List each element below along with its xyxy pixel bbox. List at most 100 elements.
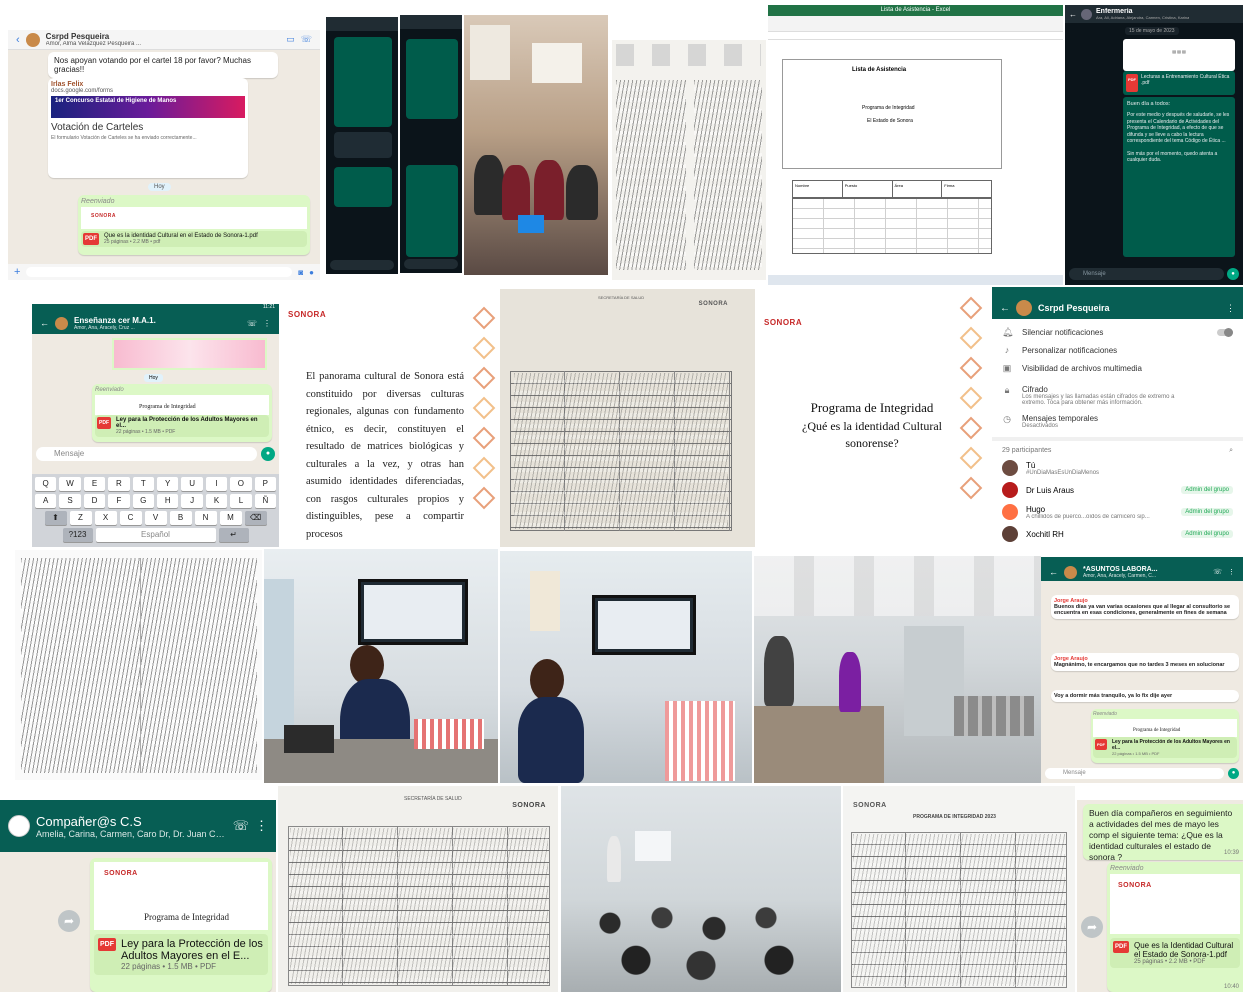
avatar[interactable] (1064, 565, 1077, 579)
column-header: Área (893, 181, 943, 197)
video-call-icon[interactable]: ▭ (286, 34, 295, 45)
forwarded-pdf-bubble[interactable]: Reenviado Programa de Integridad PDF Ley… (92, 384, 272, 442)
key[interactable]: K (205, 494, 228, 508)
key[interactable]: Z (69, 511, 92, 525)
backspace-key-icon[interactable]: ⌫ (244, 511, 267, 525)
forward-arrow-icon[interactable]: ➦ (58, 910, 80, 932)
pdf-name: Que es la Identidad Cultural el Estado d… (1134, 941, 1234, 959)
sheet-area[interactable]: Lista de Asistencia Programa de Integrid… (772, 45, 1057, 263)
setting-media-visibility[interactable]: ▣ Visibilidad de archivos multimedia (992, 359, 1243, 377)
back-arrow-icon[interactable]: ← (1000, 303, 1010, 314)
attendee (534, 160, 564, 220)
pdf-file[interactable]: PDF Ley para la Protección de los Adulto… (94, 934, 268, 975)
attendance-sheet-scan-2: SONORA PROGRAMA DE INTEGRIDAD 2023 (843, 786, 1075, 992)
back-arrow-icon[interactable]: ← (1069, 10, 1077, 19)
search-icon[interactable]: ⌕ (1229, 447, 1233, 455)
key[interactable]: C (119, 511, 142, 525)
menu-icon[interactable]: ⋮ (255, 818, 268, 834)
door (264, 579, 294, 739)
forwarded-pdf-bubble[interactable]: Reenviado Programa de Integridad PDF Ley… (1091, 709, 1239, 763)
setting-encryption[interactable]: 🔒︎ Cifrado Los mensajes y las llamadas e… (992, 381, 1243, 410)
mic-icon[interactable]: ● (1227, 268, 1239, 280)
enter-key-icon[interactable]: ↵ (218, 528, 249, 542)
key[interactable]: P (254, 477, 277, 491)
key[interactable]: F (108, 494, 130, 508)
back-arrow-icon[interactable]: ‹ (16, 34, 20, 46)
pdf-thumbnail: SONORA (81, 207, 307, 229)
message-input[interactable]: Mensaje (1069, 268, 1224, 280)
forwarded-pdf-bubble[interactable]: Reenviado SONORA PDF Que es la Identidad… (1107, 862, 1243, 992)
key[interactable]: Y (157, 477, 179, 491)
key[interactable]: E (83, 477, 106, 491)
flower-image-bubble[interactable] (112, 338, 267, 370)
group-avatar[interactable] (8, 815, 30, 837)
message-input[interactable] (26, 267, 293, 277)
back-arrow-icon[interactable]: ← (40, 318, 49, 328)
mic-icon[interactable]: ● (261, 447, 275, 461)
message-input[interactable]: Mensaje (1045, 767, 1224, 779)
key[interactable]: X (94, 511, 117, 525)
pdf-file[interactable]: PDF Ley para la Protección de los Adulto… (95, 415, 269, 437)
plus-icon[interactable]: + (14, 266, 20, 278)
key[interactable]: Q (34, 477, 57, 491)
add-call-icon[interactable]: ☏ (233, 818, 249, 834)
avatar[interactable] (55, 316, 68, 330)
avatar[interactable] (25, 32, 40, 47)
participant-row[interactable]: Xochitl RH Admin del grupo (992, 523, 1243, 545)
menu-icon[interactable]: ⋮ (1226, 303, 1235, 314)
key[interactable]: I (205, 477, 228, 491)
message-input[interactable]: Mensaje (36, 447, 257, 461)
setting-temporary-messages[interactable]: ◷ Mensajes temporales Desactivados (992, 410, 1243, 433)
forward-arrow-icon[interactable]: ➦ (1081, 916, 1103, 938)
key[interactable]: M (219, 511, 242, 525)
pdf-thumbnail: Programa de Integridad (95, 395, 269, 415)
call-icon[interactable]: ☏ (301, 34, 312, 45)
camera-icon[interactable]: ◙ (298, 268, 303, 277)
setting-custom-notifications[interactable]: ♪ Personalizar notificaciones (992, 341, 1243, 359)
link-text[interactable]: docs.google.com/forms (51, 88, 245, 94)
key[interactable]: N (194, 511, 217, 525)
participant-row[interactable]: Dr Luis Araus Admin del grupo (992, 479, 1243, 501)
pdf-file[interactable]: PDF Ley para la Protección de los Adulto… (1093, 737, 1237, 758)
setting-mute[interactable]: 🔔︎ Silenciar notificaciones (992, 323, 1243, 341)
attendance-sheet-scan-1: SONORA SECRETARÍA DE SALUD (278, 786, 558, 992)
key[interactable]: A (34, 494, 57, 508)
key[interactable]: V (144, 511, 167, 525)
key[interactable]: O (230, 477, 252, 491)
key[interactable]: W (59, 477, 81, 491)
key[interactable]: Ñ (254, 494, 277, 508)
form-lines-left (616, 80, 686, 270)
key[interactable]: D (83, 494, 106, 508)
participant-row[interactable]: Tú #UnDiaMasEsUnDiaMenos (992, 457, 1243, 479)
key[interactable]: J (181, 494, 203, 508)
mic-icon[interactable]: ● (1228, 767, 1239, 779)
back-arrow-icon[interactable]: ← (1049, 567, 1058, 577)
menu-icon[interactable]: ⋮ (1228, 568, 1235, 576)
pdf-file[interactable]: PDF Que es la Identidad Cultural el Esta… (1110, 938, 1240, 968)
call-icon[interactable]: ☏ (1213, 568, 1222, 576)
forwarded-pdf-bubble[interactable]: SONORA Programa de Integridad PDF Ley pa… (90, 858, 272, 992)
pdf-file[interactable]: PDF Que es la identidad Cultural en el E… (81, 231, 307, 247)
contest-banner[interactable]: 1er Concurso Estatal de Higiene de Manos (51, 96, 245, 118)
group-avatar[interactable] (1016, 300, 1032, 316)
message-bubble (406, 39, 458, 119)
key[interactable]: U (181, 477, 203, 491)
key[interactable]: H (157, 494, 179, 508)
forwarded-pdf-bubble[interactable]: Reenviado SONORA PDF Que es la identidad… (78, 195, 310, 255)
pdf-bubble[interactable]: PDF Lecturas a Entrenamiento Cultural Ét… (1123, 71, 1235, 95)
key[interactable]: B (169, 511, 192, 525)
mic-icon[interactable]: ● (309, 268, 314, 277)
call-icon[interactable]: ☏ (247, 319, 257, 328)
shift-key-icon[interactable]: ⬆ (44, 511, 67, 525)
numbers-key[interactable]: ?123 (62, 528, 93, 542)
participant-row[interactable]: Hugo A chillidos de puerco...oídos de car… (992, 501, 1243, 523)
space-key[interactable]: Español (95, 528, 216, 542)
key[interactable]: G (132, 494, 154, 508)
key[interactable]: S (59, 494, 81, 508)
key[interactable]: L (230, 494, 252, 508)
avatar[interactable] (1081, 8, 1092, 20)
key[interactable]: R (108, 477, 130, 491)
menu-icon[interactable]: ⋮ (263, 319, 271, 328)
key[interactable]: T (132, 477, 154, 491)
toggle-switch[interactable] (1217, 327, 1233, 337)
